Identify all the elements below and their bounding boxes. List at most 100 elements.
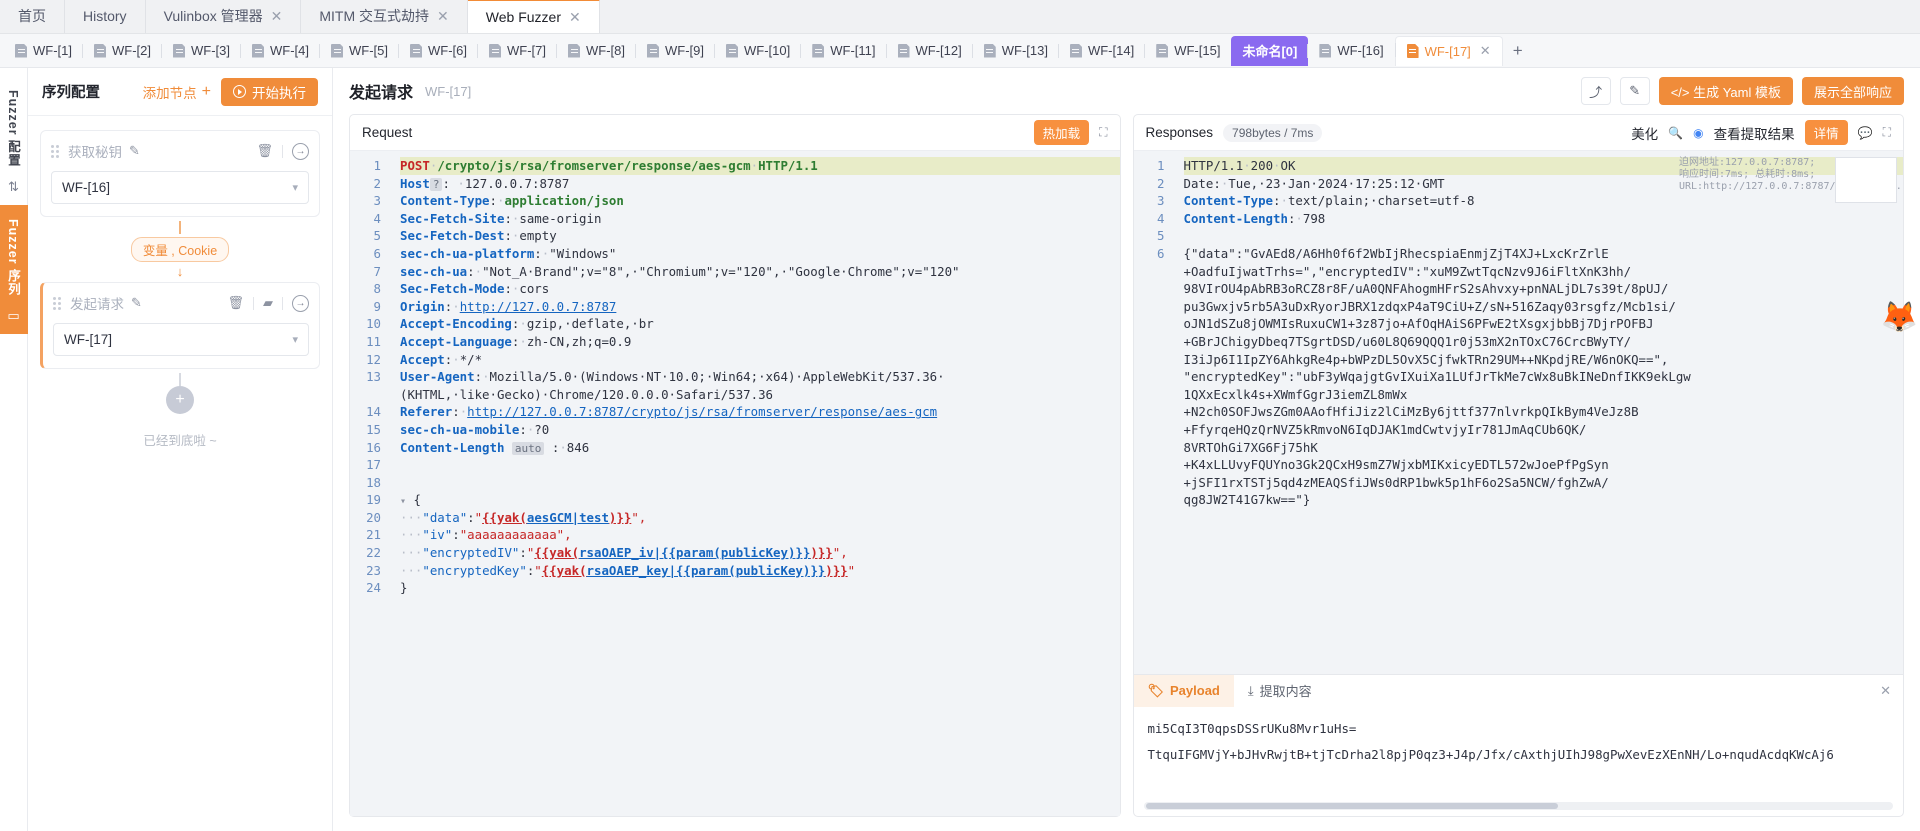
fuzzer-tab-10[interactable]: WF-[10] (713, 38, 801, 64)
goto-icon[interactable]: → (292, 294, 309, 312)
edit-square-icon[interactable]: ✎ (1619, 77, 1650, 105)
share-icon[interactable]: ⤴ (1580, 77, 1611, 105)
chrome-icon[interactable]: ◉ (1693, 126, 1703, 140)
fuzzer-tab-17[interactable]: WF-[17] ✕ (1394, 35, 1503, 66)
node-source-select[interactable]: WF-[16] ▾ (51, 171, 309, 204)
window-tab-home[interactable]: 首页 (0, 0, 65, 33)
fuzzer-tab-12[interactable]: WF-[12] (885, 38, 973, 64)
node-header: 获取秘钥 ✎ 🗑 → (51, 141, 309, 161)
expand-icon[interactable]: ⛶ (1099, 125, 1107, 140)
close-icon[interactable]: ✕ (569, 10, 581, 24)
fuzzer-tab-label: WF-[17] (1424, 43, 1471, 59)
add-node-button[interactable]: 添加节点 + (143, 82, 211, 102)
node-connector: 变量 , Cookie ↓ (40, 217, 320, 282)
node-header: 发起请求 ✎ 🗑 ▰ → (53, 293, 309, 313)
response-info-overlay: 迫网地址:127.0.0.7:8787; 响应时间:7ms; 总耗时:8ms; … (1679, 157, 1902, 192)
delete-icon[interactable]: 🗑 (227, 295, 244, 311)
request-line-numbers: 1 2 3 4 5 6 7 8 9 10 11 12 13 14 15 16 17 18 19 20 21 22 23 24 (350, 151, 388, 816)
view-extract-result-button[interactable]: 查看提取结果 (1714, 123, 1795, 143)
fuzzer-tab-label: WF-[10] (744, 43, 791, 58)
fuzzer-tab-3[interactable]: WF-[3] (161, 38, 241, 64)
fuzzer-tab-9[interactable]: WF-[9] (635, 38, 715, 64)
tab-extract-content[interactable]: ⤓ 提取内容 (1234, 675, 1326, 707)
run-button[interactable]: 开始执行 (221, 77, 318, 106)
fuzzer-tab-11[interactable]: WF-[11] (800, 38, 886, 64)
fuzzer-tab-15[interactable]: WF-[15] (1144, 38, 1231, 64)
hot-reload-button[interactable]: 热加载 (1033, 120, 1090, 145)
file-icon (1407, 44, 1419, 58)
fuzzer-tab-16[interactable]: WF-[16] (1307, 38, 1394, 64)
fuzzer-tab-untitled[interactable]: 未命名[0] (1231, 35, 1309, 66)
response-code-view[interactable]: 123456 HTTP/1.1·200·OK Date:·Tue,·23·Jan·… (1133, 151, 1903, 674)
file-icon (647, 44, 659, 58)
window-tab-mitm[interactable]: MITM 交互式劫持 ✕ (301, 0, 468, 33)
response-code-content[interactable]: HTTP/1.1·200·OK Date:·Tue,·23·Jan·2024·17… (1172, 151, 1903, 674)
delete-icon[interactable]: 🗑 (256, 143, 273, 159)
response-minimap[interactable] (1835, 157, 1897, 203)
play-icon (233, 85, 246, 98)
search-icon[interactable]: 🔍 (1668, 126, 1683, 140)
expand-icon[interactable]: ⛶ (1883, 125, 1891, 140)
file-icon (898, 44, 910, 58)
fuzzer-tab-label: WF-[6] (428, 43, 467, 58)
file-icon (1070, 44, 1082, 58)
window-tab-vulinbox[interactable]: Vulinbox 管理器 ✕ (145, 0, 302, 33)
sequence-title: 序列配置 (42, 85, 100, 101)
sequence-header: 序列配置 添加节点 + 开始执行 (28, 68, 332, 116)
toggle-icon[interactable]: ▰ (263, 295, 273, 311)
sequence-node-get-key[interactable]: 获取秘钥 ✎ 🗑 → WF-[16] ▾ (40, 130, 320, 217)
horizontal-scrollbar[interactable] (1143, 802, 1893, 810)
request-pane-header: Request 热加载 ⛶ (350, 115, 1120, 151)
fuzzer-tab-4[interactable]: WF-[4] (240, 38, 320, 64)
generate-yaml-button[interactable]: </> 生成 Yaml 模板 (1658, 77, 1793, 105)
close-icon[interactable]: ✕ (437, 9, 449, 23)
left-rail: Fuzzer 配置 ⇅ Fuzzer 序列 ▭ (0, 68, 28, 831)
edit-icon[interactable]: ✎ (129, 143, 140, 159)
tab-payload[interactable]: 🏷 Payload (1133, 674, 1234, 707)
comment-icon[interactable]: 💬 (1858, 126, 1873, 140)
fuzzer-tab-13[interactable]: WF-[13] (971, 38, 1059, 64)
edit-icon[interactable]: ✎ (131, 295, 142, 311)
fuzzer-tab-1[interactable]: WF-[1] (4, 38, 83, 64)
fuzzer-tab-2[interactable]: WF-[2] (82, 38, 162, 64)
fuzzer-tab-6[interactable]: WF-[6] (398, 38, 478, 64)
connector-label: 变量 , Cookie (130, 237, 230, 262)
node-source-select[interactable]: WF-[17] ▾ (53, 323, 309, 356)
rail-section-config[interactable]: Fuzzer 配置 ⇅ (0, 76, 28, 205)
file-icon (252, 44, 264, 58)
rail-section-sequence[interactable]: Fuzzer 序列 ▭ (0, 205, 28, 335)
file-icon (15, 44, 27, 58)
close-icon[interactable]: ✕ (1480, 43, 1491, 59)
node-actions: 🗑 ▰ → (227, 294, 309, 312)
panes-container: Request 热加载 ⛶ 1 2 3 4 5 6 7 8 9 10 11 12 13 14 15 16 17 1… (333, 114, 1920, 831)
window-tab-history[interactable]: History (65, 0, 146, 33)
append-node-button[interactable]: + (166, 386, 194, 414)
beautify-button[interactable]: 美化 (1631, 123, 1658, 143)
sequence-body: 获取秘钥 ✎ 🗑 → WF-[16] ▾ 变量 , Cookie ↓ 发起请求 … (28, 116, 332, 831)
fuzzer-tab-5[interactable]: WF-[5] (319, 38, 399, 64)
fuzzer-tab-label: WF-[11] (830, 43, 876, 58)
close-icon[interactable]: ✕ (271, 9, 283, 23)
request-code-content[interactable]: POST·/crypto/js/rsa/fromserver/response/… (388, 151, 1120, 816)
fuzzer-tab-8[interactable]: WF-[8] (556, 38, 636, 64)
window-tab-bar: 首页 History Vulinbox 管理器 ✕ MITM 交互式劫持 ✕ Web… (0, 0, 1920, 34)
show-all-responses-button[interactable]: 展示全部响应 (1801, 77, 1904, 105)
divider (282, 296, 283, 310)
close-icon[interactable]: ✕ (1868, 683, 1903, 699)
window-tab-web-fuzzer[interactable]: Web Fuzzer ✕ (467, 0, 600, 33)
drag-handle-icon[interactable] (51, 144, 61, 158)
detail-button[interactable]: 详情 (1804, 120, 1848, 145)
drag-handle-icon[interactable] (53, 296, 63, 310)
request-code-view[interactable]: 1 2 3 4 5 6 7 8 9 10 11 12 13 14 15 16 17 18 19 20 21 22 23 24 … (350, 151, 1120, 816)
header-actions: ⤴ ✎ </> 生成 Yaml 模板 展示全部响应 (1580, 77, 1904, 105)
add-fuzzer-tab-button[interactable]: + (1503, 38, 1533, 64)
fuzzer-tab-label: WF-[16] (1337, 43, 1384, 58)
sliders-icon: ⇅ (8, 179, 19, 195)
sequence-node-send-request[interactable]: 发起请求 ✎ 🗑 ▰ → WF-[17] ▾ (40, 282, 320, 369)
file-icon (984, 44, 996, 58)
response-pane: Responses 798bytes / 7ms 美化 🔍 ◉ 查看提取结果 详… (1132, 114, 1904, 817)
tab-extract-label: 提取内容 (1259, 684, 1312, 699)
fuzzer-tab-7[interactable]: WF-[7] (477, 38, 557, 64)
goto-icon[interactable]: → (292, 142, 309, 160)
fuzzer-tab-14[interactable]: WF-[14] (1057, 38, 1145, 64)
